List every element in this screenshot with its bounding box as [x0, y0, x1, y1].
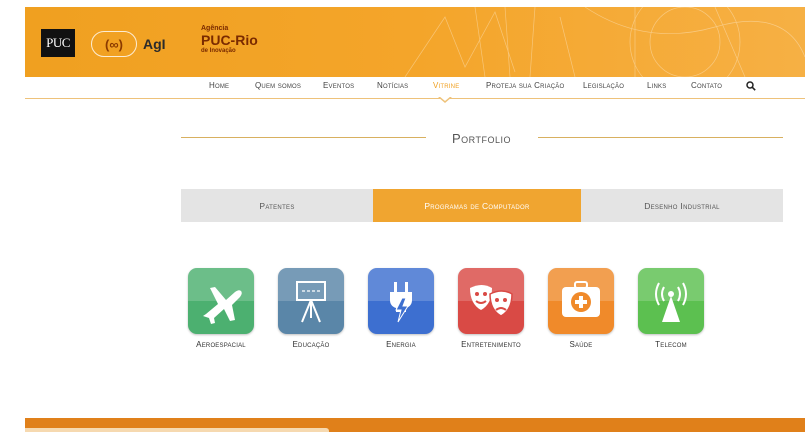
- agency-logo[interactable]: Agência PUC-Rio de Inovação: [201, 25, 258, 54]
- footer-tab: [25, 428, 329, 432]
- agency-line-2: PUC-Rio: [201, 32, 258, 48]
- heading-rule-right: [538, 137, 783, 138]
- active-nav-indicator: [438, 96, 452, 103]
- nav-item-quem-somos[interactable]: Quem somos: [255, 81, 301, 90]
- theater-masks-icon[interactable]: [458, 268, 524, 334]
- search-icon[interactable]: [746, 81, 756, 91]
- header-banner: PUC (∞) AgI Agência PUC-Rio de Inovação: [25, 7, 805, 77]
- category-label: Telecom: [655, 340, 687, 349]
- nav-item-eventos[interactable]: Eventos: [323, 81, 354, 90]
- category-label: Entretenimento: [461, 340, 521, 349]
- portfolio-tabs: Patentes Programas de Computador Desenho…: [181, 189, 783, 222]
- category-label: Educação: [292, 340, 330, 349]
- antenna-icon[interactable]: [638, 268, 704, 334]
- first-aid-kit-icon[interactable]: [548, 268, 614, 334]
- agency-line-3: de Inovação: [201, 48, 236, 54]
- category-saude[interactable]: Saúde: [546, 268, 616, 349]
- category-aeroespacial[interactable]: Aeroespacial: [186, 268, 256, 349]
- main-nav: Home Quem somos Eventos Notícias Vitrine…: [25, 77, 805, 99]
- category-label: Energia: [386, 340, 416, 349]
- category-label: Saúde: [569, 340, 593, 349]
- nav-item-vitrine[interactable]: Vitrine: [433, 81, 459, 90]
- tab-patentes[interactable]: Patentes: [181, 189, 373, 222]
- nav-item-home[interactable]: Home: [209, 81, 229, 90]
- agi-text: AgI: [143, 36, 166, 52]
- airplane-icon[interactable]: [188, 268, 254, 334]
- tab-programas-de-computador[interactable]: Programas de Computador: [373, 189, 581, 222]
- category-educacao[interactable]: Educação: [276, 268, 346, 349]
- puc-logo[interactable]: PUC: [41, 29, 75, 57]
- nav-item-proteja-sua-criacao[interactable]: Proteja sua Criação: [486, 81, 564, 90]
- tab-desenho-industrial[interactable]: Desenho Industrial: [581, 189, 783, 222]
- category-label: Aeroespacial: [196, 340, 246, 349]
- nav-item-noticias[interactable]: Notícias: [377, 81, 408, 90]
- power-plug-icon[interactable]: [368, 268, 434, 334]
- agi-symbol: (∞): [91, 31, 137, 57]
- page-title: Portfolio: [452, 131, 512, 146]
- category-energia[interactable]: Energia: [366, 268, 436, 349]
- agency-line-1: Agência: [201, 25, 229, 32]
- nav-item-legislacao[interactable]: Legislação: [583, 81, 624, 90]
- category-entretenimento[interactable]: Entretenimento: [456, 268, 526, 349]
- heading-rule-left: [181, 137, 426, 138]
- nav-item-links[interactable]: Links: [647, 81, 666, 90]
- banner-decoration: [404, 7, 805, 77]
- category-telecom[interactable]: Telecom: [636, 268, 706, 349]
- nav-item-contato[interactable]: Contato: [691, 81, 722, 90]
- agi-logo[interactable]: (∞) AgI: [91, 31, 166, 57]
- easel-icon[interactable]: [278, 268, 344, 334]
